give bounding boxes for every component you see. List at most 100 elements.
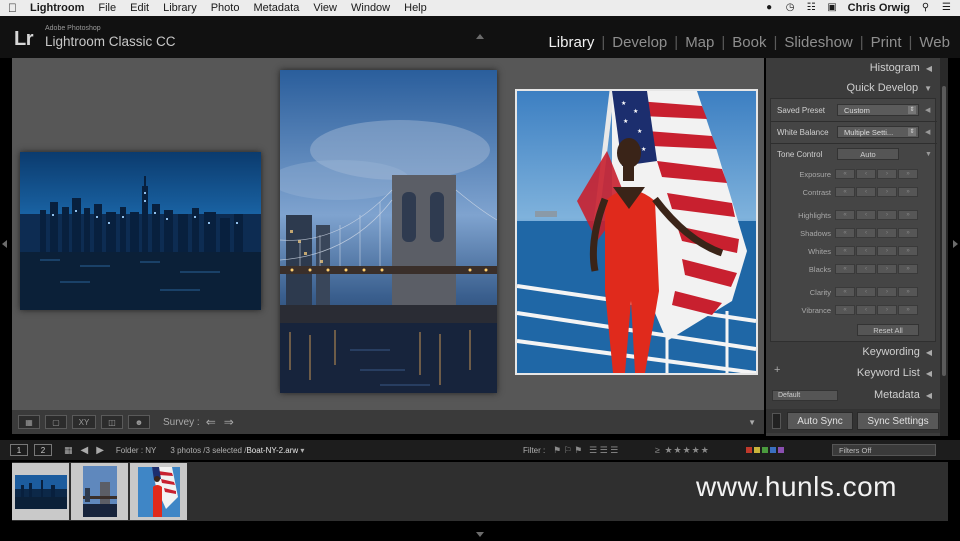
flag-filter-icons[interactable]: ⚑ ⚐ ⚑ ☰ ☰ ☰ bbox=[553, 445, 618, 456]
search-icon[interactable]: ⚲ bbox=[920, 3, 931, 13]
expand-right-panel-icon[interactable] bbox=[953, 240, 958, 248]
histogram-header[interactable]: Histogram ◀ bbox=[766, 58, 940, 78]
sync-settings-button[interactable]: Sync Settings bbox=[857, 412, 939, 430]
menu-window[interactable]: Window bbox=[351, 2, 390, 14]
menu-library[interactable]: Library bbox=[163, 2, 197, 14]
brand-subtitle: Adobe Photoshop bbox=[45, 25, 101, 32]
white-balance-label: White Balance bbox=[777, 127, 829, 137]
collapse-filmstrip-icon[interactable] bbox=[476, 532, 484, 537]
grid-icon[interactable]: ▦ bbox=[64, 445, 73, 456]
filmstrip-thumb-flag[interactable] bbox=[130, 463, 187, 520]
expand-quick-develop-icon: ▼ bbox=[924, 83, 932, 93]
user-name[interactable]: Chris Orwig bbox=[848, 2, 910, 14]
white-balance-expand-icon[interactable]: ◀ bbox=[925, 128, 930, 136]
module-book[interactable]: Book bbox=[730, 34, 768, 51]
auto-tone-button[interactable]: Auto bbox=[837, 148, 899, 160]
menu-view[interactable]: View bbox=[313, 2, 337, 14]
filter-preset-select[interactable]: Filters Off bbox=[832, 444, 936, 456]
keyword-list-header[interactable]: Keyword List ◀ bbox=[786, 363, 940, 383]
exposure-row: Exposure «‹ ›» bbox=[771, 167, 937, 181]
svg-text:★: ★ bbox=[633, 108, 638, 115]
filmstrip-toolbar: 1 2 ▦ ◀ ▶ Folder : NY 3 photos /3 select… bbox=[0, 440, 960, 460]
selection-count[interactable]: 3 photos /3 selected /Boat-NY-2.arw ▾ bbox=[170, 446, 304, 455]
exposure-decrease-large[interactable]: « bbox=[835, 169, 855, 179]
survey-view: ★★★ ★★★ bbox=[12, 58, 764, 410]
survey-view-button[interactable]: ◫ bbox=[101, 415, 123, 429]
menu-edit[interactable]: Edit bbox=[130, 2, 149, 14]
menu-photo[interactable]: Photo bbox=[211, 2, 240, 14]
module-print[interactable]: Print bbox=[869, 34, 904, 51]
toolbar-options-dropdown-icon[interactable]: ▼ bbox=[748, 418, 756, 427]
wifi-icon[interactable]: ☷ bbox=[806, 3, 817, 13]
macos-menu-bar:  Lightroom File Edit Library Photo Meta… bbox=[0, 0, 960, 16]
keywording-header[interactable]: Keywording ◀ bbox=[766, 342, 940, 362]
expand-keywording-icon: ◀ bbox=[925, 347, 932, 357]
source-folder[interactable]: Folder : NY bbox=[116, 446, 156, 455]
people-view-button[interactable]: ☻ bbox=[128, 415, 150, 429]
photo-city-skyline[interactable] bbox=[20, 152, 261, 310]
photo-brooklyn-bridge[interactable] bbox=[280, 70, 497, 393]
menu-file[interactable]: File bbox=[98, 2, 116, 14]
svg-text:★: ★ bbox=[641, 146, 646, 153]
white-balance-select[interactable]: Multiple Setti... ⇕ bbox=[837, 126, 919, 138]
module-picker: Library | Develop | Map | Book | Slidesh… bbox=[546, 34, 952, 51]
watermark-text: www.hunls.com bbox=[696, 471, 898, 502]
list-menu-icon[interactable]: ☰ bbox=[941, 3, 952, 13]
filmstrip-thumb-bridge[interactable] bbox=[71, 463, 128, 520]
previous-photo-arrow-icon[interactable]: ⇐ bbox=[206, 415, 216, 429]
white-balance-row: White Balance Multiple Setti... ⇕ ◀ bbox=[771, 123, 937, 141]
collapse-histogram-icon: ◀ bbox=[925, 63, 932, 73]
add-keyword-icon[interactable]: + bbox=[774, 364, 780, 376]
auto-sync-button[interactable]: Auto Sync bbox=[787, 412, 853, 430]
time-machine-icon[interactable]: ◷ bbox=[785, 3, 796, 13]
app-menu[interactable]: Lightroom bbox=[30, 2, 84, 14]
right-panel-scrollbar[interactable] bbox=[940, 58, 948, 436]
grid-view-button[interactable]: ▦ bbox=[18, 415, 40, 429]
main-window-button[interactable]: 1 bbox=[10, 444, 28, 456]
lightroom-logo: Lr bbox=[14, 28, 34, 50]
module-slideshow[interactable]: Slideshow bbox=[782, 34, 854, 51]
secondary-window-button[interactable]: 2 bbox=[34, 444, 52, 456]
tone-control-label: Tone Control bbox=[777, 149, 823, 159]
auto-sync-toggle[interactable] bbox=[772, 413, 781, 429]
color-label-filter[interactable] bbox=[746, 447, 784, 453]
module-map[interactable]: Map bbox=[683, 34, 716, 51]
menu-help[interactable]: Help bbox=[404, 2, 427, 14]
saved-preset-select[interactable]: Custom ⇕ bbox=[837, 104, 919, 116]
tone-control-expand-icon[interactable]: ▼ bbox=[925, 151, 932, 158]
loupe-view-button[interactable]: ▢ bbox=[45, 415, 67, 429]
collapse-top-panel-icon[interactable] bbox=[476, 34, 484, 39]
library-toolbar: ▦ ▢ XY ◫ ☻ Survey : ⇐ ⇒ ▼ bbox=[12, 410, 764, 434]
quick-develop-header[interactable]: Quick Develop ▼ bbox=[766, 78, 940, 98]
highlights-row: Highlights «‹ ›» bbox=[771, 208, 937, 222]
display-icon[interactable]: ▣ bbox=[827, 3, 838, 13]
metadata-header[interactable]: Metadata ◀ bbox=[846, 385, 940, 405]
module-develop[interactable]: Develop bbox=[610, 34, 669, 51]
brand-title: Lightroom Classic CC bbox=[45, 34, 176, 49]
metadata-preset-select[interactable]: Default bbox=[772, 390, 838, 401]
exposure-increase-large[interactable]: » bbox=[898, 169, 918, 179]
expand-metadata-icon: ◀ bbox=[925, 390, 932, 400]
exposure-increase[interactable]: › bbox=[877, 169, 897, 179]
compare-view-button[interactable]: XY bbox=[72, 415, 96, 429]
menu-metadata[interactable]: Metadata bbox=[253, 2, 299, 14]
expand-left-panel-icon[interactable] bbox=[2, 240, 7, 248]
survey-label: Survey : bbox=[163, 416, 200, 428]
exposure-decrease[interactable]: ‹ bbox=[856, 169, 876, 179]
forward-arrow-icon[interactable]: ▶ bbox=[96, 445, 104, 456]
reset-all-button[interactable]: Reset All bbox=[857, 324, 919, 336]
shadows-row: Shadows «‹ ›» bbox=[771, 226, 937, 240]
module-web[interactable]: Web bbox=[917, 34, 952, 51]
photo-woman-with-flag[interactable]: ★★★ ★★★ bbox=[515, 89, 758, 375]
quick-develop-panel: Saved Preset Custom ⇕ ◀ White Balance Mul… bbox=[770, 98, 937, 342]
module-library[interactable]: Library bbox=[546, 34, 596, 51]
creative-cloud-icon[interactable]: ● bbox=[764, 3, 775, 13]
sync-bar: Auto Sync Sync Settings bbox=[766, 409, 940, 433]
svg-text:★: ★ bbox=[621, 100, 626, 107]
filmstrip-thumb-city[interactable] bbox=[12, 463, 69, 520]
back-arrow-icon[interactable]: ◀ bbox=[81, 445, 89, 456]
apple-menu-icon[interactable]:  bbox=[8, 1, 22, 15]
saved-preset-expand-icon[interactable]: ◀ bbox=[925, 106, 930, 114]
next-photo-arrow-icon[interactable]: ⇒ bbox=[224, 415, 234, 429]
rating-filter-stars[interactable]: ≥ ★★★★★ bbox=[655, 445, 710, 456]
